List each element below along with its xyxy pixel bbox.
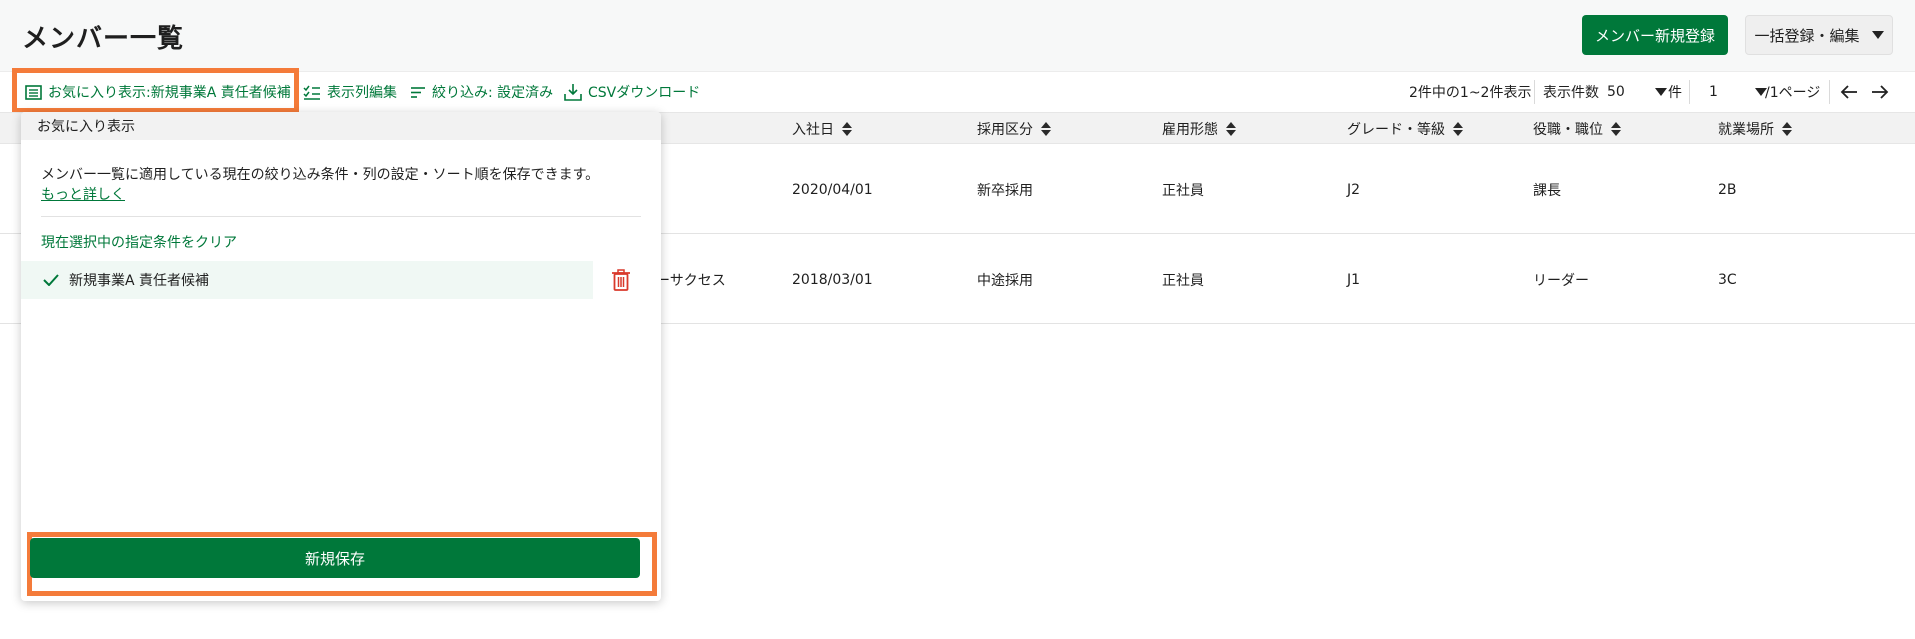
divider: [41, 216, 641, 217]
cell-position: 課長: [1533, 182, 1561, 199]
more-details-link[interactable]: もっと詳しく: [41, 184, 125, 204]
page-total: /1ページ: [1765, 85, 1821, 101]
sort-icon: [842, 122, 852, 136]
divider: [1829, 80, 1830, 104]
cell-recruit-type: 新卒採用: [977, 182, 1033, 199]
sort-icon: [1782, 122, 1792, 136]
csv-download-button[interactable]: CSVダウンロード: [564, 72, 700, 112]
favorites-highlight-box: [12, 68, 299, 113]
panel-title: お気に入り表示: [21, 112, 661, 140]
cell-hire-date: 2018/03/01: [792, 271, 873, 288]
cell-recruit-type: 中途採用: [977, 272, 1033, 289]
favorite-item-label: 新規事業A 責任者候補: [69, 273, 210, 289]
column-label: グレード・等級: [1347, 122, 1445, 138]
cell-location: 2B: [1718, 181, 1737, 198]
clear-conditions-link[interactable]: 現在選択中の指定条件をクリア: [41, 232, 237, 252]
cell-employment: 正社員: [1162, 272, 1204, 289]
checklist-icon: [303, 85, 320, 100]
result-count: 2件中の1~2件表示: [1409, 85, 1532, 101]
prev-page-button[interactable]: [1840, 72, 1858, 112]
filter-button[interactable]: 絞り込み: 設定済み: [410, 72, 553, 112]
sort-icon: [1453, 122, 1463, 136]
column-label: 雇用形態: [1162, 122, 1218, 138]
cell-partial: ーサクセス: [656, 272, 726, 289]
csv-download-label: CSVダウンロード: [588, 85, 701, 101]
cell-employment: 正社員: [1162, 182, 1204, 199]
per-page-select[interactable]: 50: [1607, 72, 1667, 112]
per-page-label: 表示件数: [1543, 85, 1599, 101]
filter-label: 絞り込み: 設定済み: [432, 85, 554, 101]
cell-grade: J1: [1347, 271, 1361, 288]
favorites-dropdown: お気に入り表示 メンバー一覧に適用している現在の絞り込み条件・列の設定・ソート順…: [21, 112, 661, 601]
page-header: メンバー一覧 メンバー新規登録 一括登録・編集: [0, 0, 1915, 72]
per-page-value: 50: [1607, 84, 1625, 100]
per-page-unit: 件: [1668, 85, 1682, 101]
column-label: 就業場所: [1718, 122, 1774, 138]
page-title: メンバー一覧: [22, 24, 185, 54]
sort-icon: [1226, 122, 1236, 136]
column-label: 採用区分: [977, 122, 1033, 138]
column-header-grade[interactable]: グレード・等級: [1347, 113, 1463, 145]
arrow-right-icon: [1872, 85, 1889, 99]
new-member-button[interactable]: メンバー新規登録: [1582, 15, 1728, 55]
divider: [1689, 80, 1690, 104]
caret-down-icon: [1871, 31, 1884, 39]
cell-location: 3C: [1718, 271, 1737, 288]
filter-lines-icon: [411, 86, 425, 98]
page-value: 1: [1709, 84, 1718, 100]
sort-icon: [1041, 122, 1051, 136]
trash-icon[interactable]: [611, 269, 631, 291]
edit-columns-label: 表示列編集: [327, 85, 397, 101]
column-header-position[interactable]: 役職・職位: [1533, 113, 1621, 145]
new-save-button[interactable]: 新規保存: [30, 538, 640, 578]
column-label: 入社日: [792, 122, 834, 138]
cell-hire-date: 2020/04/01: [792, 181, 873, 198]
cell-position: リーダー: [1533, 272, 1589, 289]
favorite-item[interactable]: 新規事業A 責任者候補: [21, 261, 593, 299]
sort-icon: [1611, 122, 1621, 136]
column-label: 役職・職位: [1533, 122, 1603, 138]
column-header-location[interactable]: 就業場所: [1718, 113, 1792, 145]
divider: [1534, 80, 1535, 104]
caret-down-icon: [1655, 88, 1667, 96]
bulk-edit-label: 一括登録・編集: [1754, 26, 1860, 45]
next-page-button[interactable]: [1871, 72, 1889, 112]
cell-grade: J2: [1347, 181, 1361, 198]
check-icon: [43, 274, 59, 286]
column-header-hire-date[interactable]: 入社日: [792, 113, 852, 145]
download-icon: [564, 84, 582, 101]
bulk-edit-button[interactable]: 一括登録・編集: [1745, 15, 1893, 55]
column-header-employment[interactable]: 雇用形態: [1162, 113, 1236, 145]
column-header-recruit-type[interactable]: 採用区分: [977, 113, 1051, 145]
edit-columns-button[interactable]: 表示列編集: [303, 72, 397, 112]
panel-description: メンバー一覧に適用している現在の絞り込み条件・列の設定・ソート順を保存できます。: [41, 167, 600, 183]
page-select[interactable]: 1: [1709, 72, 1767, 112]
arrow-left-icon: [1840, 85, 1857, 99]
